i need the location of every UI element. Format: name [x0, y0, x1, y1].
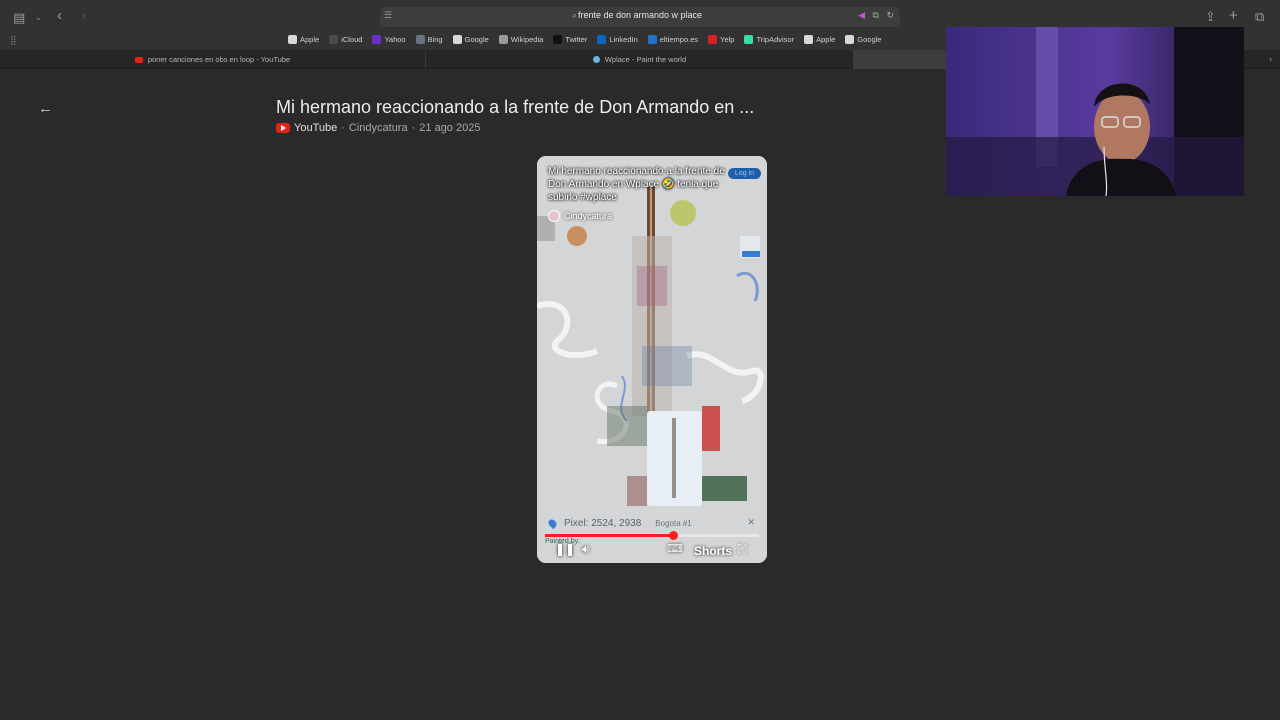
pause-icon[interactable]: ❚❚: [555, 542, 575, 556]
captions-icon[interactable]: ⌨︎: [667, 542, 683, 555]
channel-avatar[interactable]: [548, 210, 560, 222]
x-icon: [553, 35, 563, 44]
bookmark-item[interactable]: Yelp: [708, 35, 734, 44]
player-controls: ❚❚ 🔊︎ ⌨︎ Shorts ⛶: [537, 540, 767, 562]
shorts-channel[interactable]: Cindycatura: [548, 210, 612, 222]
page-title: Mi hermano reaccionando a la frente de D…: [276, 97, 755, 117]
apple-icon: [288, 35, 297, 44]
region-label: Bogota #1: [655, 518, 692, 528]
forward-nav-icon[interactable]: ›: [81, 8, 86, 23]
eltiempo-icon: [647, 35, 657, 44]
pixel-coordinates: Pixel: 2524, 2938: [564, 517, 642, 529]
bookmark-item[interactable]: eltiempo.es: [647, 35, 699, 44]
source-name[interactable]: YouTube: [294, 122, 337, 134]
bookmarks-grid-icon[interactable]: ⣿: [10, 35, 17, 46]
location-pin-icon: [546, 517, 559, 529]
audio-playing-icon[interactable]: ◀: [858, 10, 865, 20]
sidebar-toggle-icon[interactable]: ▤: [13, 11, 25, 25]
bookmark-item[interactable]: Yahoo: [372, 35, 406, 44]
translate-icon[interactable]: ⧉: [873, 10, 879, 20]
bookmark-item[interactable]: iCloud: [329, 35, 362, 44]
bookmark-label: Wikipedia: [510, 35, 544, 44]
bookmark-item[interactable]: Twitter: [553, 35, 587, 44]
back-nav-icon[interactable]: ‹: [57, 8, 62, 23]
bookmark-label: Google: [464, 35, 489, 44]
channel-name[interactable]: Cindycatura: [349, 122, 408, 134]
tripadvisor-icon: [744, 35, 754, 44]
bookmark-item[interactable]: Google: [452, 35, 489, 44]
apple-icon: [804, 35, 814, 44]
bookmark-item[interactable]: Google: [845, 35, 881, 44]
tab-label: poner canciones en obs en loop - YouTube: [147, 55, 291, 64]
bing-icon: [415, 35, 425, 44]
pixel-info-bar: Pixel: 2524, 2938 Bogota #1 ✕: [545, 516, 759, 530]
share-icon[interactable]: ⇪: [1205, 10, 1216, 24]
bookmark-label: TripAdvisor: [756, 35, 795, 44]
bookmark-label: Yahoo: [384, 35, 406, 44]
youtube-logo-icon: [276, 123, 290, 133]
tab-overview-icon[interactable]: ⧉: [1255, 10, 1264, 24]
yelp-icon: [708, 35, 718, 44]
shorts-overlay-title[interactable]: Mi hermano reaccionando a la frente de D…: [548, 165, 733, 204]
sidebar-chevron-icon[interactable]: ⌄: [35, 11, 42, 25]
shorts-player[interactable]: Mi hermano reaccionando a la frente de D…: [537, 156, 767, 563]
bookmark-label: Bing: [427, 35, 443, 44]
reload-icon[interactable]: ↻: [886, 10, 894, 20]
linkedin-icon: [597, 35, 607, 44]
login-button[interactable]: Log in: [727, 168, 761, 179]
video-progress-bar[interactable]: [545, 531, 759, 540]
bookmark-label: iCloud: [341, 35, 363, 44]
bookmark-label: Google: [857, 35, 882, 44]
icloud-icon: [329, 35, 339, 44]
progress-fill: [545, 534, 674, 537]
bookmark-label: Apple: [816, 35, 836, 44]
bookmark-item[interactable]: Apple: [804, 35, 835, 44]
wikipedia-icon: [498, 35, 508, 44]
google-icon: [845, 35, 855, 44]
tab-youtube[interactable]: poner canciones en obs en loop - YouTube: [0, 50, 426, 69]
bookmark-label: Twitter: [565, 35, 588, 44]
address-text: frente de don armando w place: [577, 10, 703, 20]
bookmark-label: Apple: [300, 35, 320, 44]
meta-separator: ·: [341, 122, 345, 134]
meta-separator: ·: [411, 122, 416, 134]
wplace-icon: [592, 56, 600, 63]
bookmark-label: LinkedIn: [609, 35, 638, 44]
streamer-webcam-image: [946, 27, 1244, 196]
shorts-channel-name[interactable]: Cindycatura: [564, 211, 612, 221]
bookmark-label: Yelp: [720, 35, 735, 44]
video-meta: YouTube · Cindycatura · 21 ago 2025: [276, 122, 480, 134]
publish-date: 21 ago 2025: [419, 122, 481, 134]
bookmark-item[interactable]: Apple: [288, 35, 319, 44]
webcam-overlay: [946, 27, 1244, 196]
new-tab-icon[interactable]: +: [1229, 8, 1238, 23]
bookmark-item[interactable]: LinkedIn: [597, 35, 638, 44]
yahoo-icon: [372, 35, 382, 44]
more-tabs-icon[interactable]: ›: [1269, 54, 1272, 64]
back-arrow-icon[interactable]: ←: [38, 100, 53, 117]
bookmark-item[interactable]: TripAdvisor: [744, 35, 794, 44]
bookmark-item[interactable]: Wikipedia: [498, 35, 544, 44]
fullscreen-icon[interactable]: ⛶: [738, 542, 746, 557]
address-bar[interactable]: ☰ ⌕ frente de don armando w place ◀ ⧉ ↻: [380, 7, 900, 27]
shorts-label[interactable]: Shorts: [694, 544, 732, 558]
volume-icon[interactable]: 🔊︎: [582, 542, 590, 557]
active-tab-slot[interactable]: [853, 50, 953, 69]
bookmarks-list: Apple iCloud Yahoo Bing Google Wikipedia Twitt…: [288, 35, 881, 44]
bookmark-item[interactable]: Bing: [415, 35, 443, 44]
bookmark-label: eltiempo.es: [659, 35, 699, 44]
tab-wplace[interactable]: Wplace - Paint the world: [427, 50, 852, 69]
google-icon: [452, 35, 462, 44]
youtube-icon: [134, 56, 143, 63]
tab-label: Wplace - Paint the world: [604, 55, 687, 64]
close-icon: ✕: [747, 517, 755, 527]
